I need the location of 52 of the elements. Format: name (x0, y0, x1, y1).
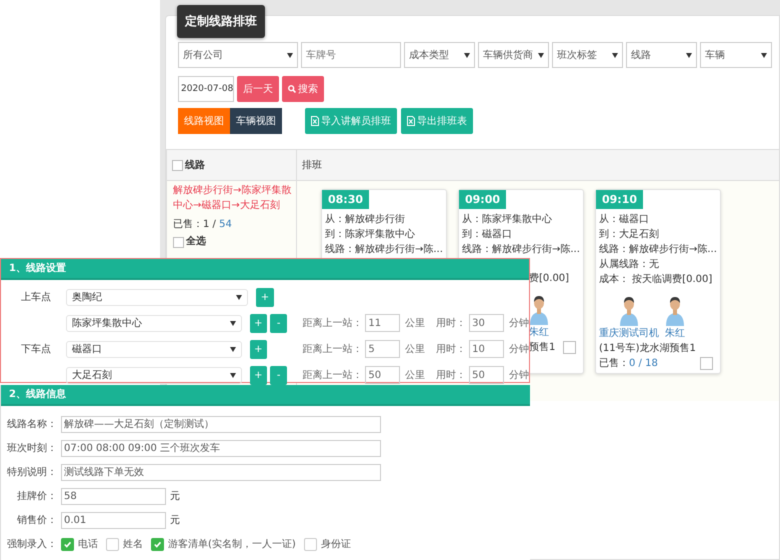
card-line: 到：磁器口 (462, 228, 512, 242)
field-label: 线路名称： (6, 418, 57, 431)
unit-label: 元 (170, 514, 180, 527)
distance-label: 距离上一站： (302, 342, 362, 356)
sold-count: 已售：0 / 18 (599, 357, 658, 371)
field-label: 班次时刻： (6, 442, 57, 455)
field-label: 特别说明： (6, 466, 57, 479)
column-header: 线路 (185, 158, 205, 172)
duration-label: 用时： (436, 368, 466, 382)
unit-label: 分钟 (508, 368, 529, 382)
column-header: 排班 (302, 158, 322, 172)
field-label: 强制录入： (6, 538, 57, 551)
card-line: 线路：解放碑步行街→陈... (462, 242, 580, 257)
unit-label: 公里 (405, 343, 426, 356)
stop-label: 上车点 (20, 290, 52, 304)
card-line: 费[0.00] (529, 272, 570, 286)
checkbox-label: 游客清单(实名制，一人一证) (168, 538, 296, 551)
time-badge: 09:10 (596, 190, 644, 209)
unit-label: 公里 (405, 369, 426, 382)
route-name: 解放碑步行街→陈家坪集散中心→磁器口→大足石刻 (173, 184, 292, 213)
stop-label: 下车点 (20, 342, 52, 356)
checkbox-label: 电话 (78, 538, 98, 551)
card-line: 到：陈家坪集散中心 (325, 228, 415, 242)
card-line: 成本： 按天临调费[0.00] (599, 272, 712, 287)
sold-count: 已售：1 / 54 (173, 218, 233, 232)
unit-label: 元 (170, 490, 180, 503)
unit-label: 公里 (405, 317, 426, 330)
page-title: 定制线路排班 (177, 5, 265, 38)
time-badge: 08:30 (322, 190, 370, 209)
select-all-label: 全选 (186, 236, 206, 248)
vehicle-label: 预售1 (529, 341, 556, 355)
card-line: 到：大足石刻 (599, 228, 659, 242)
vehicle-label: (11号车)龙水湖预售1 (599, 342, 696, 356)
field-label: 挂牌价： (16, 490, 57, 503)
card-line: 从：解放碑步行街 (325, 212, 405, 227)
unit-label: 分钟 (508, 316, 529, 330)
card-line: 线路：解放碑步行街→陈... (325, 242, 443, 257)
time-badge: 09:00 (459, 190, 506, 209)
distance-label: 距离上一站： (302, 368, 362, 382)
checkbox-label: 身份证 (320, 538, 351, 551)
section-header: 2、线路信息 (1, 385, 530, 406)
duration-label: 用时： (436, 316, 466, 330)
duration-label: 用时： (436, 342, 466, 356)
card-line: 线路：解放碑步行街→陈... (599, 242, 717, 257)
unit-label: 分钟 (508, 342, 529, 356)
card-line: 从：磁器口 (599, 212, 649, 227)
field-label: 销售价： (16, 514, 57, 527)
card-line: 从属线路：无 (599, 258, 659, 272)
card-line: 从：陈家坪集散中心 (462, 212, 552, 227)
distance-label: 距离上一站： (302, 316, 362, 330)
checkbox-label: 姓名 (123, 538, 143, 551)
section-header: 1、线路设置 (1, 259, 529, 280)
